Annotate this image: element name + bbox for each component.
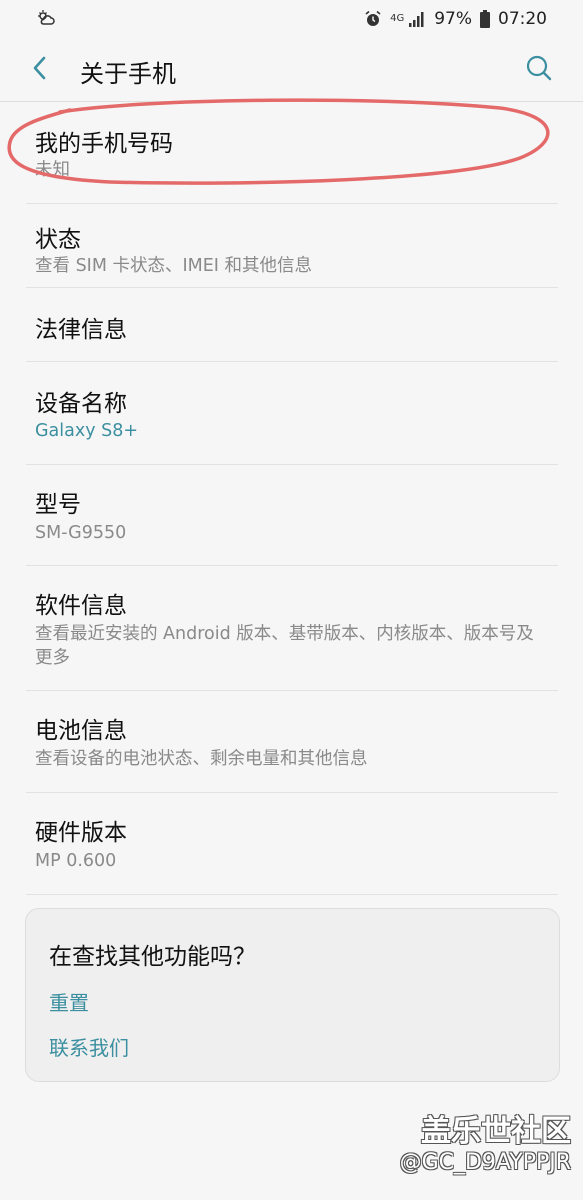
status-right: 4G 97% 07:20	[364, 8, 547, 30]
list-item-status[interactable]: 状态 查看 SIM 卡状态、IMEI 和其他信息	[0, 204, 583, 288]
back-button[interactable]	[24, 52, 56, 84]
item-title: 我的手机号码	[35, 131, 173, 157]
clock: 07:20	[498, 9, 547, 29]
item-title: 法律信息	[35, 317, 127, 343]
list-item-device-name[interactable]: 设备名称 Galaxy S8+	[0, 362, 583, 463]
item-subtitle: 查看设备的电池状态、剩余电量和其他信息	[35, 749, 368, 769]
item-subtitle: Galaxy S8+	[35, 421, 139, 441]
list-item-battery-info[interactable]: 电池信息 查看设备的电池状态、剩余电量和其他信息	[0, 691, 583, 791]
item-title: 硬件版本	[35, 820, 127, 846]
reset-link[interactable]: 重置	[49, 987, 89, 1016]
item-subtitle: 查看 SIM 卡状态、IMEI 和其他信息	[35, 256, 313, 276]
card-title: 在查找其他功能吗？	[49, 944, 256, 970]
item-subtitle: MP 0.600	[35, 851, 117, 871]
list-item-software-info[interactable]: 软件信息 查看最近安装的 Android 版本、基带版本、内核版本、版本号及更多	[0, 566, 583, 689]
contact-us-link[interactable]: 联系我们	[49, 1032, 129, 1061]
list-item-legal-info[interactable]: 法律信息	[0, 288, 583, 360]
back-arrow-icon	[33, 56, 46, 80]
item-subtitle: 未知	[35, 160, 70, 180]
item-subtitle: 查看最近安装的 Android 版本、基带版本、内核版本、版本号及更多	[35, 624, 534, 668]
search-button[interactable]	[523, 52, 555, 84]
item-title: 设备名称	[35, 391, 127, 417]
item-title: 软件信息	[35, 593, 127, 619]
app-header: 关于手机	[0, 38, 583, 102]
watermark-user: @GC_D9AYPPJR	[399, 1150, 571, 1175]
battery-percent: 97%	[434, 9, 472, 29]
weather-icon	[36, 8, 56, 28]
page-title: 关于手机	[80, 60, 176, 88]
suggestion-card: 在查找其他功能吗？ 重置 联系我们	[25, 908, 560, 1082]
list-item-hardware-version[interactable]: 硬件版本 MP 0.600	[0, 793, 583, 893]
alarm-icon	[364, 10, 382, 28]
signal-icon	[408, 10, 426, 28]
network-type-label: 4G	[390, 13, 405, 24]
search-icon	[526, 55, 552, 81]
status-bar: 4G 97% 07:20	[0, 0, 583, 38]
battery-icon	[480, 10, 490, 28]
item-title: 电池信息	[35, 718, 127, 744]
list-item-model[interactable]: 型号 SM-G9550	[0, 465, 583, 564]
list-item-phone-number[interactable]: 我的手机号码 未知	[0, 102, 583, 202]
divider	[26, 894, 558, 895]
item-title: 状态	[35, 227, 81, 253]
item-subtitle: SM-G9550	[35, 523, 127, 543]
item-title: 型号	[35, 492, 81, 518]
watermark-brand: 盖乐世社区	[421, 1114, 571, 1149]
